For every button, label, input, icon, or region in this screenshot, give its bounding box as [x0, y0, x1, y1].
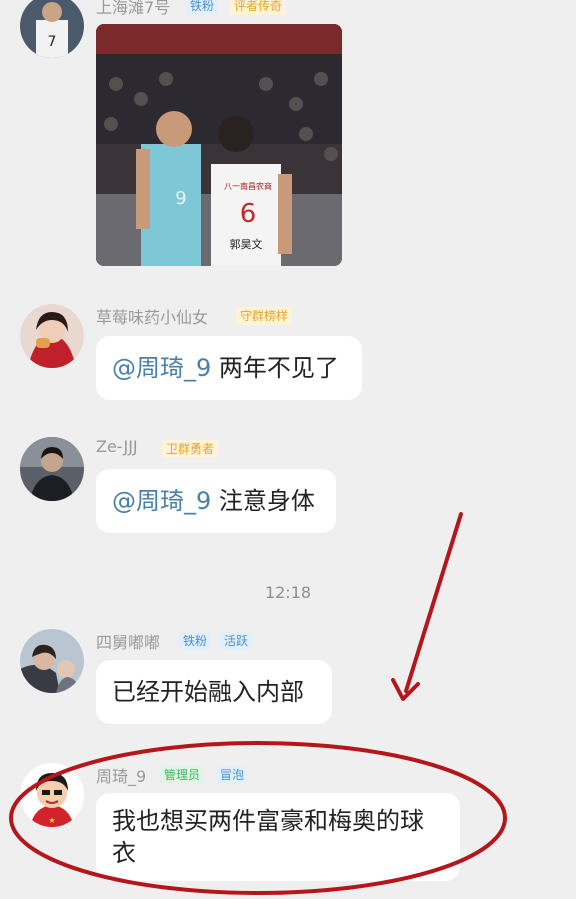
message-text-line: 我也想买两件富豪和梅奥的球	[112, 807, 424, 835]
svg-text:★: ★	[48, 816, 55, 825]
svg-text:7: 7	[48, 34, 57, 50]
message-bubble[interactable]: 已经开始融入内部	[96, 660, 332, 724]
message-bubble[interactable]: @周琦_9 注意身体	[96, 469, 336, 533]
avatar-user4[interactable]	[20, 629, 84, 693]
shared-photo[interactable]: 9 八一南昌农商 6 郭昊文	[96, 24, 342, 266]
badge-active: 活跃	[220, 632, 253, 650]
badge-bubble: 冒泡	[216, 766, 249, 784]
sender-name: 周琦_9	[96, 767, 147, 786]
badge-legend: 评者传奇	[230, 0, 287, 15]
badge-tiefen: 铁粉	[186, 0, 219, 15]
annotation-arrowhead-icon	[391, 678, 420, 701]
avatar-user3[interactable]	[20, 437, 84, 501]
badge-tiefen: 铁粉	[179, 632, 212, 650]
message-text: 注意身体	[211, 487, 315, 515]
jersey-number-left: 9	[175, 188, 186, 209]
message-bubble[interactable]: @周琦_9 两年不见了	[96, 336, 362, 400]
sender-name: Ze-JJJ	[96, 437, 138, 456]
avatar-zhouqi[interactable]: ★	[20, 763, 84, 827]
mention-link[interactable]: @周琦_9	[112, 487, 211, 515]
badge-guardian: 守群榜样	[236, 307, 293, 325]
badge-admin: 管理员	[160, 766, 205, 784]
jersey-team-right: 八一南昌农商	[224, 181, 272, 191]
avatar-user1[interactable]: 7	[20, 0, 84, 58]
avatar-user2[interactable]	[20, 304, 84, 368]
message-text-line: 衣	[112, 839, 136, 867]
jersey-number-right: 6	[240, 199, 257, 229]
message-text: 两年不见了	[211, 354, 339, 382]
sender-name: 草莓味药小仙女	[96, 308, 209, 327]
jersey-name-right: 郭昊文	[230, 237, 263, 251]
message-bubble[interactable]: 我也想买两件富豪和梅奥的球 衣	[96, 793, 460, 881]
message-timestamp: 12:18	[264, 583, 312, 602]
annotation-arrow-icon	[404, 512, 463, 693]
mention-link[interactable]: @周琦_9	[112, 354, 211, 382]
sender-name: 上海滩7号	[96, 0, 171, 17]
sender-name: 四舅嘟嘟	[96, 633, 161, 652]
badge-defender: 卫群勇者	[162, 440, 219, 458]
message-text: 已经开始融入内部	[112, 678, 304, 706]
